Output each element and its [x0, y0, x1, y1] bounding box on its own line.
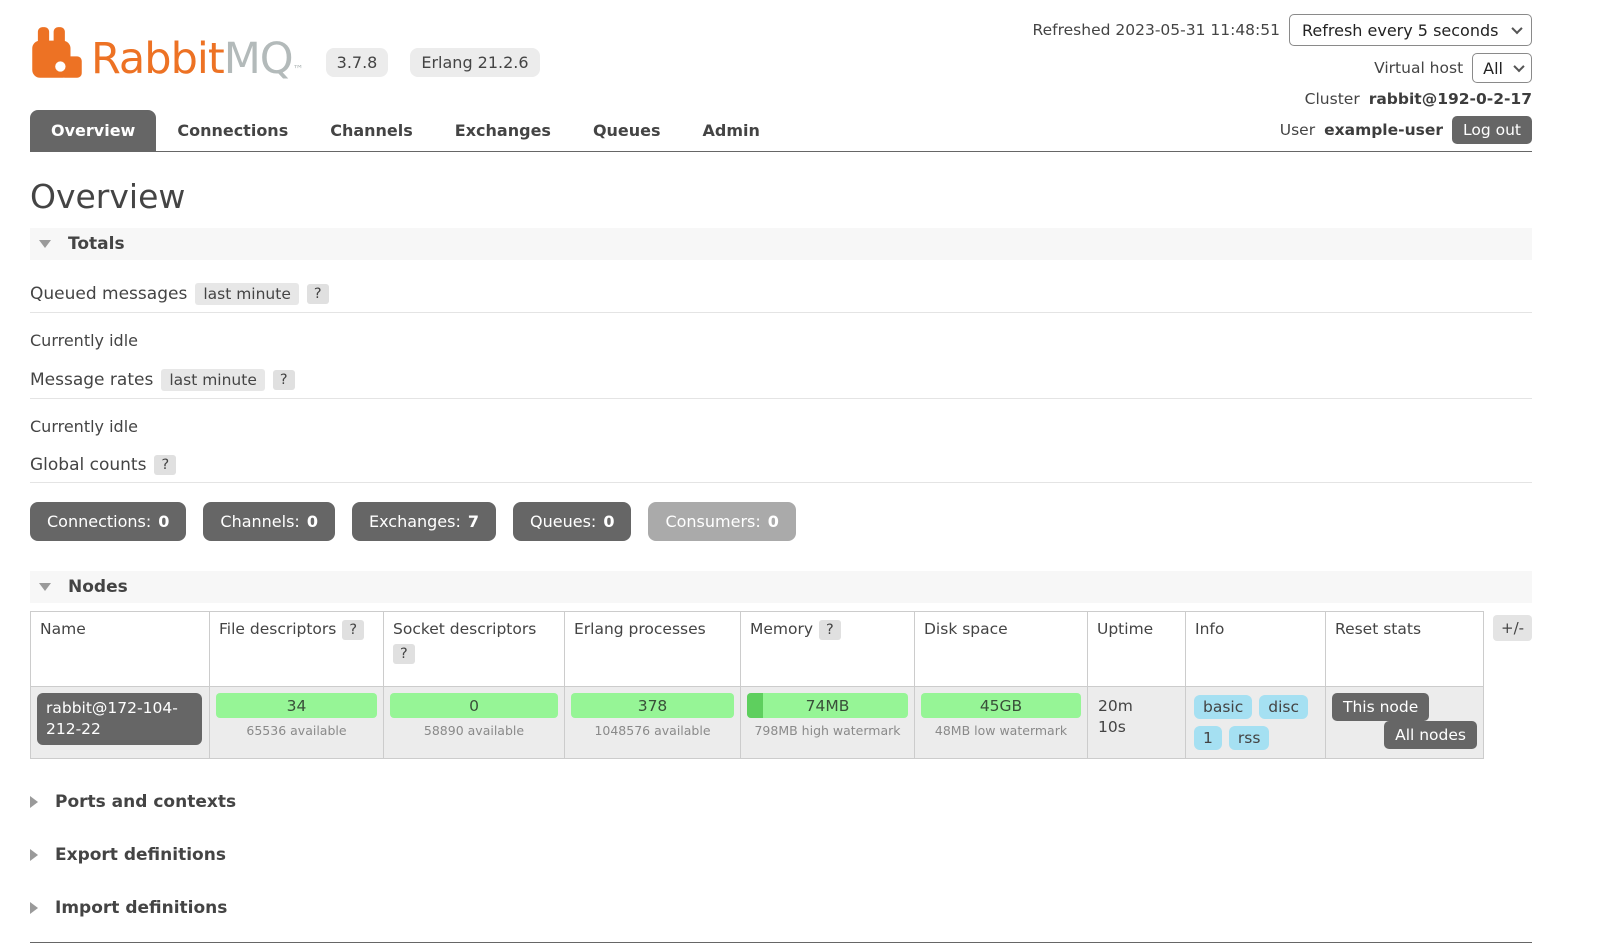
node-row: rabbit@172-104-212-22 34 65536 available…	[31, 687, 1484, 759]
top-bar: RabbitMQ™ 3.7.8 Erlang 21.2.6 Refreshed …	[30, 0, 1532, 108]
channels-counter[interactable]: Channels:0	[203, 502, 335, 541]
erlang-processes-cell: 378 1048576 available	[565, 687, 741, 759]
cluster-label: Cluster	[1305, 90, 1360, 108]
memory-cell: 74MB 798MB high watermark	[741, 687, 915, 759]
tab-exchanges[interactable]: Exchanges	[434, 110, 572, 151]
main-tabs: Overview Connections Channels Exchanges …	[30, 110, 781, 151]
global-counters: Connections:0 Channels:0 Exchanges:7 Que…	[30, 502, 1532, 541]
reset-stats-cell: This node All nodes	[1326, 687, 1484, 759]
info-badge-disc[interactable]: disc	[1259, 695, 1308, 719]
virtual-host-select[interactable]: All	[1472, 53, 1532, 83]
rates-idle-status: Currently idle	[30, 417, 1532, 436]
rates-range-badge[interactable]: last minute	[161, 369, 265, 391]
overview-page: Overview Totals Queued messages last min…	[30, 177, 1532, 918]
memory-help-icon[interactable]: ?	[819, 620, 841, 640]
connections-counter[interactable]: Connections:0	[30, 502, 186, 541]
collapse-triangle-icon	[39, 583, 51, 591]
nodes-table: Name File descriptors? Socket descriptor…	[30, 611, 1484, 759]
nodes-section-header[interactable]: Nodes	[30, 571, 1532, 603]
collapse-triangle-icon	[39, 240, 51, 248]
reset-this-node-button[interactable]: This node	[1332, 693, 1429, 721]
tab-overview[interactable]: Overview	[30, 110, 156, 151]
consumers-counter[interactable]: Consumers:0	[648, 502, 795, 541]
page: RabbitMQ™ 3.7.8 Erlang 21.2.6 Refreshed …	[30, 0, 1532, 946]
export-definitions-section[interactable]: Export definitions	[30, 845, 1532, 865]
tab-bar: Overview Connections Channels Exchanges …	[30, 110, 1532, 152]
expand-triangle-icon	[30, 796, 38, 808]
uptime-cell: 20m 10s	[1088, 687, 1186, 759]
nodes-header-row: Name File descriptors? Socket descriptor…	[31, 612, 1484, 687]
col-disk-space: Disk space	[915, 612, 1088, 687]
file-descriptors-cell: 34 65536 available	[210, 687, 384, 759]
cluster-name: rabbit@192-0-2-17	[1369, 90, 1532, 108]
col-file-descriptors: File descriptors?	[210, 612, 384, 687]
logout-button[interactable]: Log out	[1452, 116, 1532, 144]
disk-space-cell: 45GB 48MB low watermark	[915, 687, 1088, 759]
node-name-badge[interactable]: rabbit@172-104-212-22	[37, 693, 202, 745]
tab-admin[interactable]: Admin	[682, 110, 781, 151]
col-name: Name	[31, 612, 210, 687]
global-counts-help-icon[interactable]: ?	[154, 455, 176, 475]
totals-section-header[interactable]: Totals	[30, 228, 1532, 260]
message-rates-heading: Message rates last minute ?	[30, 369, 1532, 399]
col-info: Info	[1186, 612, 1326, 687]
chevron-down-icon	[1513, 61, 1524, 72]
refreshed-timestamp: Refreshed 2023-05-31 11:48:51	[1033, 21, 1280, 39]
columns-plus-minus-button[interactable]: +/-	[1493, 615, 1532, 641]
erlang-processes-bar: 378	[571, 693, 734, 718]
memory-bar: 74MB	[747, 693, 908, 718]
socket-descriptors-help-icon[interactable]: ?	[393, 644, 415, 664]
chevron-down-icon	[1511, 23, 1522, 34]
version-badge: 3.7.8	[326, 48, 389, 77]
uptime-value: 20m 10s	[1094, 693, 1146, 741]
erlang-version-badge: Erlang 21.2.6	[410, 48, 539, 77]
col-uptime: Uptime	[1088, 612, 1186, 687]
file-descriptors-help-icon[interactable]: ?	[342, 620, 364, 640]
queues-counter[interactable]: Queues:0	[513, 502, 631, 541]
import-definitions-section[interactable]: Import definitions	[30, 898, 1532, 918]
rabbitmq-logo: RabbitMQ™	[30, 26, 304, 80]
disk-space-bar: 45GB	[921, 693, 1081, 718]
socket-descriptors-cell: 0 58890 available	[384, 687, 565, 759]
col-reset-stats: Reset stats	[1326, 612, 1484, 687]
rabbitmq-rabbit-icon	[30, 26, 84, 80]
tab-queues[interactable]: Queues	[572, 110, 682, 151]
exchanges-counter[interactable]: Exchanges:7	[352, 502, 496, 541]
col-socket-descriptors: Socket descriptors?	[384, 612, 565, 687]
global-counts-heading: Global counts ?	[30, 455, 1532, 483]
expand-triangle-icon	[30, 849, 38, 861]
socket-descriptors-bar: 0	[390, 693, 558, 718]
page-title: Overview	[30, 177, 1532, 216]
queued-messages-heading: Queued messages last minute ?	[30, 283, 1532, 313]
user-label: User	[1280, 121, 1315, 139]
tab-channels[interactable]: Channels	[309, 110, 434, 151]
queued-range-badge[interactable]: last minute	[195, 283, 299, 305]
user-name: example-user	[1324, 121, 1443, 139]
rates-help-icon[interactable]: ?	[273, 370, 295, 390]
virtual-host-label: Virtual host	[1374, 59, 1463, 77]
file-descriptors-bar: 34	[216, 693, 377, 718]
rabbitmq-wordmark: RabbitMQ™	[91, 39, 304, 80]
footer: HTTP API Server Docs Tutorials Community…	[30, 942, 1532, 946]
queued-help-icon[interactable]: ?	[307, 284, 329, 304]
tab-connections[interactable]: Connections	[156, 110, 309, 151]
queued-idle-status: Currently idle	[30, 331, 1532, 350]
ports-and-contexts-section[interactable]: Ports and contexts	[30, 792, 1532, 812]
expand-triangle-icon	[30, 902, 38, 914]
refresh-interval-select[interactable]: Refresh every 5 seconds	[1289, 14, 1532, 46]
col-memory: Memory?	[741, 612, 915, 687]
info-badge-basic[interactable]: basic	[1194, 695, 1252, 719]
info-badge-rss[interactable]: rss	[1229, 726, 1270, 750]
info-cell: basic disc 1 rss	[1186, 687, 1326, 759]
col-erlang-processes: Erlang processes	[565, 612, 741, 687]
reset-all-nodes-button[interactable]: All nodes	[1384, 721, 1477, 749]
info-badge-1[interactable]: 1	[1194, 726, 1222, 750]
